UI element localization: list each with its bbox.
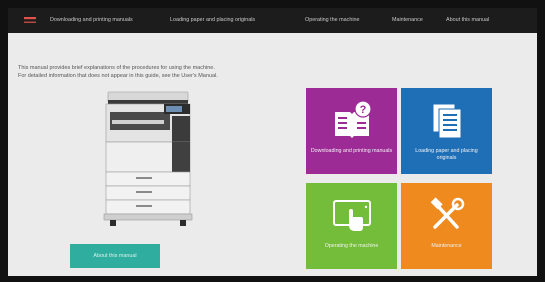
nav-item-operating-machine[interactable]: Operating the machine	[305, 8, 360, 33]
tile-downloading-manuals-label: Downloading and printing manuals	[310, 148, 393, 154]
nav-item-about-manual[interactable]: About this manual	[446, 8, 489, 33]
home-icon[interactable]	[24, 17, 36, 24]
multifunction-printer-image	[103, 91, 193, 226]
tile-loading-paper-label: Loading paper and placing originals	[415, 148, 478, 161]
intro-text: This manual provides brief explanations …	[18, 64, 338, 80]
manual-home-screen: Downloading and printing manuals Loading…	[8, 8, 537, 276]
documents-icon	[432, 103, 462, 139]
nav-item-loading-paper[interactable]: Loading paper and placing originals	[170, 8, 255, 33]
tools-icon	[430, 197, 465, 229]
tile-operating-machine[interactable]: Operating the machine	[306, 183, 397, 269]
top-navigation-bar: Downloading and printing manuals Loading…	[8, 8, 537, 33]
tile-downloading-manuals[interactable]: ? Downloading and printing manuals	[306, 88, 397, 174]
tile-maintenance[interactable]: Maintenance	[401, 183, 492, 269]
touch-panel-icon	[333, 200, 371, 231]
about-this-manual-button[interactable]: About this manual	[70, 244, 160, 268]
tile-maintenance-label: Maintenance	[431, 243, 462, 249]
tile-operating-machine-label: Operating the machine	[324, 243, 379, 249]
svg-text:?: ?	[360, 104, 367, 116]
intro-line-2: For detailed information that does not a…	[18, 73, 218, 79]
nav-item-maintenance[interactable]: Maintenance	[392, 8, 423, 33]
book-question-icon: ?	[335, 100, 372, 138]
intro-line-1: This manual provides brief explanations …	[18, 65, 215, 71]
tile-loading-paper[interactable]: Loading paper and placing originals	[401, 88, 492, 174]
nav-item-downloading-manuals[interactable]: Downloading and printing manuals	[50, 8, 133, 33]
